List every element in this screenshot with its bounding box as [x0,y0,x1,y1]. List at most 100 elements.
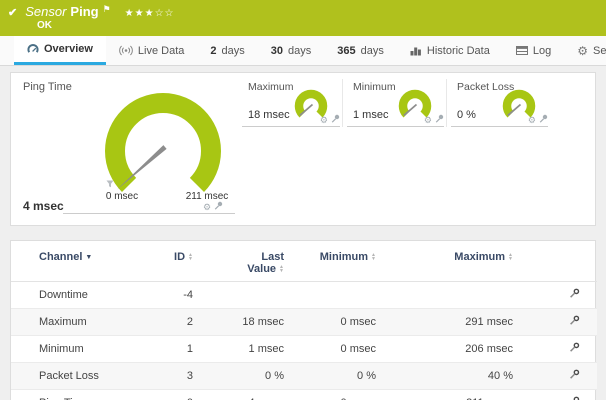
column-header-channel[interactable]: Channel▼ [11,241,161,282]
channel-last-value: 0 % [211,363,306,390]
mini-gauges: Maximum 18 msec ⚙ Minimum [238,79,550,127]
tab-2-days[interactable]: 2 days [197,36,257,65]
minimum-gauge-block: Minimum 1 msec ⚙ [342,79,446,127]
channel-last-value: 1 msec [211,336,306,363]
tab-overview[interactable]: Overview [14,36,106,65]
packet-loss-gauge-block: Packet Loss 0 % ⚙ [446,79,550,127]
sort-icon[interactable]: ▲▼ [508,253,513,261]
channel-minimum: 0 msec [306,390,416,400]
sort-icon[interactable]: ▲▼ [371,253,376,261]
tab-label: Log [533,45,551,57]
gauge-divider [63,213,235,214]
gauge-settings-icon[interactable]: ⚙ [320,116,328,125]
ping-time-gauge-block: Ping Time 0 msec 211 msec 4 msec ⚙ [11,73,238,225]
channel-maximum: 291 msec [416,309,551,336]
channel-last-value: 18 msec [211,309,306,336]
tab-number: 2 [210,45,216,57]
edit-channel-icon[interactable] [569,396,580,400]
edit-channel-icon[interactable] [569,342,580,356]
ping-time-gauge [93,83,233,201]
channel-name[interactable]: Minimum [11,336,161,363]
table-row-packet-loss[interactable]: Packet Loss 3 0 % 0 % 40 % [11,363,597,390]
minimum-value: 1 msec [353,109,388,121]
edit-channel-icon[interactable] [569,369,580,383]
tab-log[interactable]: Log [503,36,564,65]
pin-icon[interactable] [435,114,444,126]
tab-365-days[interactable]: 365 days [324,36,397,65]
column-header-actions [551,241,597,282]
channel-id: 0 [161,390,211,400]
channel-name[interactable]: Ping Time [11,390,161,400]
gauge-settings-icon[interactable]: ⚙ [424,116,432,125]
tab-label: days [288,45,311,57]
column-header-maximum[interactable]: Maximum▲▼ [416,241,551,282]
tab-number: 30 [271,45,283,57]
gauge-scale-min: 0 msec [89,191,155,202]
gauge-icon [27,43,39,55]
limit-marker-icon [106,179,114,191]
flag-icon[interactable]: ⚑ [103,4,111,15]
table-row-downtime[interactable]: Downtime -4 [11,282,597,309]
prtg-sensor-page: ✔ Sensor Ping ⚑ ★★★☆☆ OK Overview Live D… [0,0,606,400]
channels-table-panel: Channel▼ ID▲▼ Last Value▲▼ Minimum▲▼ [10,240,596,400]
channel-last-value [211,282,306,309]
sensor-title: Ping [70,4,98,19]
channel-id: -4 [161,282,211,309]
channel-maximum: 211 msec [416,390,551,400]
tab-label: days [361,45,384,57]
pin-icon[interactable] [214,201,223,213]
tab-live-data[interactable]: Live Data [106,36,197,65]
pin-icon[interactable] [539,114,548,126]
gear-icon: ⚙ [577,44,588,58]
bar-chart-icon [410,46,422,56]
gauges-panel: Ping Time 0 msec 211 msec 4 msec ⚙ [10,72,596,226]
channel-id: 2 [161,309,211,336]
sensor-status-badge: OK [37,20,596,31]
channel-maximum [416,282,551,309]
tab-label: Live Data [138,45,184,57]
gauge-settings-icon[interactable]: ⚙ [528,116,536,125]
table-row-minimum[interactable]: Minimum 1 1 msec 0 msec 206 msec [11,336,597,363]
tab-settings[interactable]: ⚙ Settings [564,36,606,65]
column-header-minimum[interactable]: Minimum▲▼ [306,241,416,282]
ping-time-value: 4 msec [23,199,64,213]
channel-minimum: 0 msec [306,309,416,336]
edit-channel-icon[interactable] [569,288,580,302]
channel-maximum: 40 % [416,363,551,390]
table-row-maximum[interactable]: Maximum 2 18 msec 0 msec 291 msec [11,309,597,336]
column-header-id[interactable]: ID▲▼ [161,241,211,282]
priority-stars[interactable]: ★★★☆☆ [125,8,175,19]
maximum-value: 18 msec [248,109,290,121]
tab-label: Overview [44,43,93,55]
tab-number: 365 [337,45,355,57]
channel-id: 1 [161,336,211,363]
tab-30-days[interactable]: 30 days [258,36,325,65]
channel-minimum: 0 % [306,363,416,390]
sort-icon[interactable]: ▲▼ [279,265,284,273]
channel-minimum [306,282,416,309]
column-header-last-value[interactable]: Last Value▲▼ [211,241,306,282]
edit-channel-icon[interactable] [569,315,580,329]
tab-label: days [222,45,245,57]
table-header-row: Channel▼ ID▲▼ Last Value▲▼ Minimum▲▼ [11,241,597,282]
gauge-title: Ping Time [23,81,72,93]
sort-desc-icon: ▼ [85,254,92,261]
table-row-ping-time[interactable]: Ping Time 0 4 msec 0 msec 211 msec [11,390,597,400]
object-kind-label: Sensor [25,4,66,19]
overview-content: Ping Time 0 msec 211 msec 4 msec ⚙ [0,66,606,400]
sort-icon[interactable]: ▲▼ [188,253,193,261]
pin-icon[interactable] [331,114,340,126]
channel-name[interactable]: Downtime [11,282,161,309]
gauge-settings-icon[interactable]: ⚙ [203,203,211,212]
channel-name[interactable]: Maximum [11,309,161,336]
channel-name[interactable]: Packet Loss [11,363,161,390]
tab-historic-data[interactable]: Historic Data [397,36,503,65]
tab-bar: Overview Live Data 2 days 30 days 365 da… [0,36,606,66]
channels-table: Channel▼ ID▲▼ Last Value▲▼ Minimum▲▼ [11,241,597,400]
stars-empty[interactable]: ☆☆ [155,8,175,19]
ok-check-icon: ✔ [8,6,17,19]
sensor-header: ✔ Sensor Ping ⚑ ★★★☆☆ OK [0,0,606,36]
channel-minimum: 0 msec [306,336,416,363]
live-signal-icon [119,45,133,56]
stars-filled[interactable]: ★★★ [125,8,155,19]
